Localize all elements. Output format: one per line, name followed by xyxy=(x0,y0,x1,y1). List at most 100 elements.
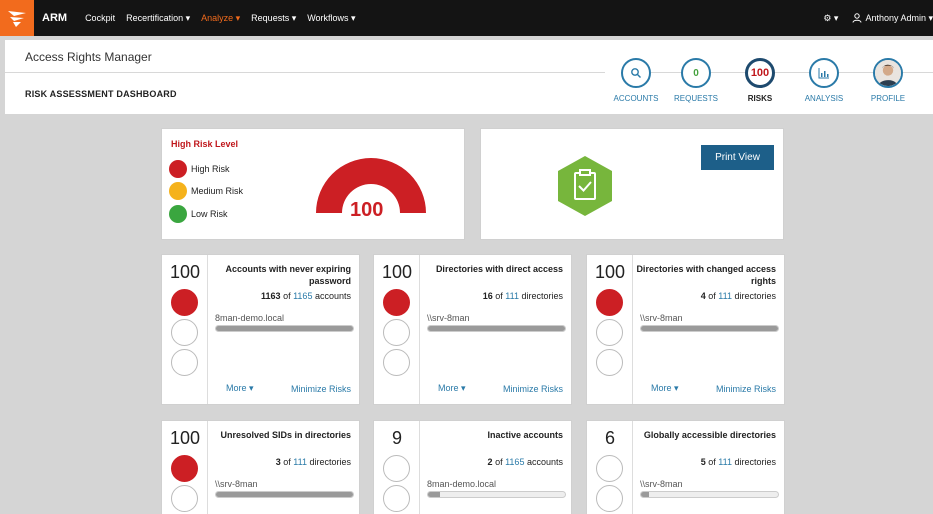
search-icon xyxy=(631,68,641,78)
user-menu[interactable]: Anthony Admin ▾ xyxy=(852,13,933,24)
metric-title: Accounts with never expiring password xyxy=(225,264,351,286)
solarwinds-logo-icon[interactable] xyxy=(0,0,34,36)
metric-title: Directories with direct access xyxy=(435,264,563,274)
metric-progress-fill xyxy=(428,492,441,497)
metric-title: Globally accessible directories xyxy=(643,430,776,440)
count-unit: accounts xyxy=(526,457,563,467)
metric-count: 4 of 111 directories xyxy=(701,291,776,301)
header-nav-analysis[interactable]: ANALYSIS xyxy=(794,58,854,103)
risks-count: 100 xyxy=(745,58,775,88)
indicator-medium xyxy=(383,485,410,512)
count-of: of xyxy=(708,291,716,301)
medium-risk-dot xyxy=(169,182,187,200)
count-total[interactable]: 111 xyxy=(718,291,732,301)
count-of: of xyxy=(495,457,503,467)
analysis-label: ANALYSIS xyxy=(804,94,844,103)
metric-source: 8man-demo.local xyxy=(427,479,497,489)
metric-progress-fill xyxy=(216,492,353,497)
indicator-low xyxy=(596,349,623,376)
indicator-high xyxy=(383,289,410,316)
count-of: of xyxy=(708,457,716,467)
metric-source: 8man-demo.local xyxy=(215,313,285,323)
low-risk-dot xyxy=(169,205,187,223)
metric-count: 2 of 1165 accounts xyxy=(488,457,563,467)
metric-progress-bar xyxy=(640,491,779,498)
settings-menu[interactable]: ⚙ ▾ xyxy=(823,13,838,24)
header-nav-requests[interactable]: 0 REQUESTS xyxy=(666,58,726,103)
count-value: 4 xyxy=(700,291,706,301)
metric-card-directories-changed-access: 100 Directories with changed access righ… xyxy=(586,254,785,405)
count-total[interactable]: 1165 xyxy=(505,457,524,467)
more-dropdown[interactable]: More ▾ xyxy=(651,383,679,394)
risks-label: RISKS xyxy=(747,94,773,103)
indicator-high xyxy=(383,455,410,482)
top-navigation-bar: ARM Cockpit Recertification ▾ Analyze ▾ … xyxy=(0,0,933,36)
metric-source: \\srv-8man xyxy=(640,479,683,489)
minimize-risks-link[interactable]: Minimize Risks xyxy=(291,384,351,394)
more-dropdown[interactable]: More ▾ xyxy=(226,383,254,394)
legend-high-risk: High Risk xyxy=(169,160,230,178)
indicator-high xyxy=(171,289,198,316)
nav-analyze[interactable]: Analyze ▾ xyxy=(201,13,240,24)
metric-card-inactive-accounts: 9 Inactive accounts 2 of 1165 accounts 8… xyxy=(373,420,572,514)
nav-cockpit[interactable]: Cockpit xyxy=(85,13,115,23)
avatar-icon xyxy=(875,60,901,86)
metric-card-unresolved-sids: 100 Unresolved SIDs in directories 3 of … xyxy=(161,420,360,514)
accounts-label: ACCOUNTS xyxy=(613,94,659,103)
nav-workflows[interactable]: Workflows ▾ xyxy=(307,13,355,24)
print-view-button[interactable]: Print View xyxy=(701,145,774,170)
metric-card-never-expiring-password: 100 Accounts with never expiring passwor… xyxy=(161,254,360,405)
minimize-risks-link[interactable]: Minimize Risks xyxy=(716,384,776,394)
metric-progress-fill xyxy=(216,326,353,331)
requests-count: 0 xyxy=(681,58,711,88)
settings-caret: ▾ xyxy=(833,12,839,23)
nav-recertification[interactable]: Recertification ▾ xyxy=(126,13,190,24)
metric-score: 100 xyxy=(594,262,626,282)
legend-label: Low Risk xyxy=(191,209,228,219)
header-nav-risks[interactable]: 100 RISKS xyxy=(730,58,790,103)
metric-source: \\srv-8man xyxy=(427,313,470,323)
header-divider xyxy=(5,72,605,73)
metric-source: \\srv-8man xyxy=(640,313,683,323)
risk-level-title: High Risk Level xyxy=(171,139,239,149)
header-nav-accounts[interactable]: ACCOUNTS xyxy=(606,58,666,103)
metric-title: Unresolved SIDs in directories xyxy=(220,430,351,440)
brand-name[interactable]: ARM xyxy=(42,12,67,24)
accounts-circle xyxy=(621,58,651,88)
minimize-risks-link[interactable]: Minimize Risks xyxy=(503,384,563,394)
count-total[interactable]: 111 xyxy=(293,457,307,467)
metric-progress-bar xyxy=(215,325,354,332)
metric-card-directories-direct-access: 100 Directories with direct access 16 of… xyxy=(373,254,572,405)
analysis-circle xyxy=(809,58,839,88)
page-title: RISK ASSESSMENT DASHBOARD xyxy=(25,89,177,99)
metric-count: 1163 of 1165 accounts xyxy=(261,291,351,301)
count-total[interactable]: 111 xyxy=(718,457,732,467)
legend-medium-risk: Medium Risk xyxy=(169,182,243,200)
header-nav-profile[interactable]: PROFILE xyxy=(858,58,918,103)
count-unit: directories xyxy=(309,457,351,467)
indicator-medium xyxy=(383,319,410,346)
metric-count: 16 of 111 directories xyxy=(483,291,563,301)
nav-requests[interactable]: Requests ▾ xyxy=(251,13,296,24)
more-dropdown[interactable]: More ▾ xyxy=(438,383,466,394)
requests-label: REQUESTS xyxy=(673,94,718,103)
metric-title: Directories with changed access rights xyxy=(636,264,776,286)
clipboard-check-icon xyxy=(558,156,612,216)
count-value: 1163 xyxy=(261,291,281,301)
high-risk-dot xyxy=(169,160,187,178)
metric-score: 100 xyxy=(169,428,201,448)
indicator-low xyxy=(383,349,410,376)
count-unit: directories xyxy=(734,457,776,467)
indicator-high xyxy=(171,455,198,482)
metric-progress-fill xyxy=(428,326,565,331)
count-total[interactable]: 1165 xyxy=(293,291,312,301)
user-name: Anthony Admin ▾ xyxy=(865,12,933,23)
nav-right: ⚙ ▾ Anthony Admin ▾ xyxy=(823,13,933,24)
indicator-medium xyxy=(171,319,198,346)
count-total[interactable]: 111 xyxy=(505,291,519,301)
legend-label: Medium Risk xyxy=(191,186,244,196)
indicator-high xyxy=(596,455,623,482)
metric-title: Inactive accounts xyxy=(487,430,563,440)
metric-progress-bar xyxy=(427,491,566,498)
count-unit: accounts xyxy=(314,291,351,301)
